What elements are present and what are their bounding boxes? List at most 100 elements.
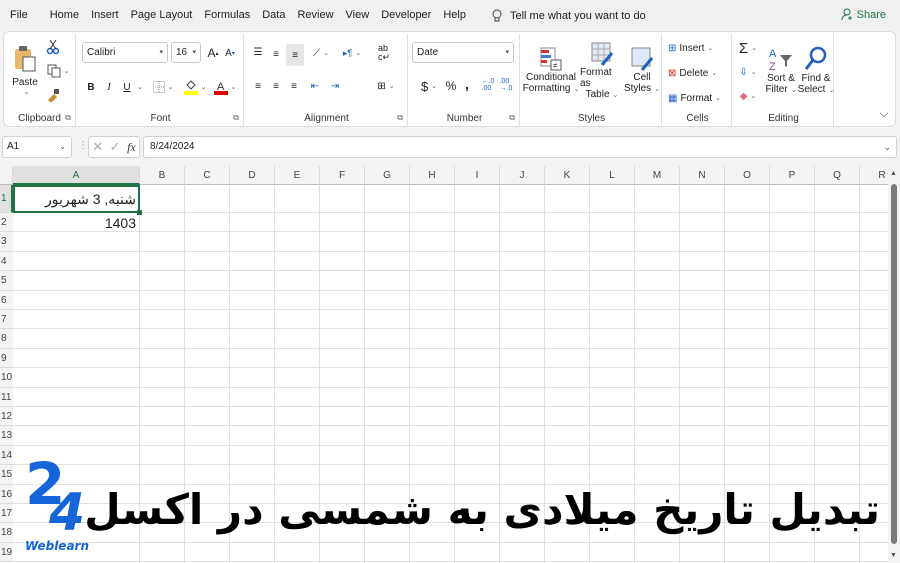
column-header-n[interactable]: N (680, 166, 725, 185)
align-middle-button[interactable]: ≡ (268, 46, 284, 62)
row-header-4[interactable]: 4 (0, 251, 13, 272)
italic-button[interactable]: I (102, 78, 116, 96)
column-header-a[interactable]: A (13, 166, 140, 185)
scroll-up-icon[interactable]: ▲ (890, 170, 897, 177)
align-bottom-button[interactable]: ≡ (286, 44, 304, 66)
font-name-select[interactable]: Calibri ▾ (82, 42, 168, 63)
column-header-p[interactable]: P (770, 166, 815, 185)
paste-button[interactable]: Paste ⌄ (10, 38, 40, 102)
underline-button[interactable]: U (120, 78, 134, 96)
merge-center-button[interactable]: ⊞ ⌄ (372, 76, 400, 96)
column-header-d[interactable]: D (230, 166, 275, 185)
comma-button[interactable]: , (462, 74, 472, 94)
column-header-r[interactable]: R (860, 166, 888, 185)
borders-button[interactable]: ⌄ (150, 78, 176, 96)
column-header-l[interactable]: L (590, 166, 635, 185)
wrap-text-button[interactable]: ab c↵ (374, 42, 394, 64)
row-header-6[interactable]: 6 (0, 290, 13, 310)
column-header-k[interactable]: K (545, 166, 590, 185)
row-header-9[interactable]: 9 (0, 348, 13, 369)
insert-function-button[interactable]: fx (127, 140, 136, 155)
increase-decimal-button[interactable]: ←.0.00 (480, 76, 496, 94)
dialog-launcher-icon[interactable]: ⧉ (65, 113, 71, 123)
increase-indent-button[interactable]: ⇥ (326, 78, 344, 94)
font-color-button[interactable]: A ⌄ (212, 76, 238, 98)
column-header-o[interactable]: O (725, 166, 770, 185)
cell-a1[interactable]: شنبه, 3 شهریور 1403 (13, 185, 140, 231)
dialog-launcher-icon[interactable]: ⧉ (509, 113, 515, 123)
row-header-13[interactable]: 13 (0, 426, 13, 446)
number-format-select[interactable]: Date ▾ (412, 42, 514, 63)
autosum-button[interactable]: Σ ⌄ (736, 40, 760, 57)
font-size-select[interactable]: 16 ▾ (171, 42, 201, 63)
delete-cells-button[interactable]: ⊠ Delete ⌄ (668, 65, 728, 81)
tell-me-search[interactable]: Tell me what you want to do (492, 9, 646, 23)
row-header-5[interactable]: 5 (0, 271, 13, 291)
format-as-table-button[interactable]: Format as Table ⌄ (580, 38, 624, 102)
name-box[interactable]: A1 ⌄ (2, 136, 72, 158)
align-left-button[interactable]: ≡ (250, 78, 266, 94)
cancel-icon[interactable]: ✕ (92, 139, 103, 155)
expand-formula-icon[interactable]: ⌄ (883, 137, 891, 157)
insert-cells-button[interactable]: ⊞ Insert ⌄ (668, 40, 728, 56)
collapse-ribbon-button[interactable]: ⌵ (877, 106, 891, 120)
fill-button[interactable]: ⇩ ⌄ (736, 64, 760, 80)
fill-handle[interactable] (137, 210, 142, 215)
row-header-8[interactable]: 8 (0, 329, 13, 349)
tab-insert[interactable]: Insert (85, 0, 125, 31)
cut-button[interactable] (44, 38, 62, 56)
sort-filter-button[interactable]: AZ Sort & Filter ⌄ (764, 38, 798, 102)
column-header-q[interactable]: Q (815, 166, 860, 185)
row-header-11[interactable]: 11 (0, 387, 13, 407)
decrease-decimal-button[interactable]: .00 →.0 (498, 76, 514, 94)
select-all-corner[interactable] (0, 166, 13, 185)
column-header-b[interactable]: B (140, 166, 185, 185)
tab-help[interactable]: Help (437, 0, 472, 31)
column-header-h[interactable]: H (410, 166, 455, 185)
row-header-19[interactable]: 19 (0, 542, 13, 563)
column-header-m[interactable]: M (635, 166, 680, 185)
tab-developer[interactable]: Developer (375, 0, 437, 31)
orientation-button[interactable]: ⟋ ⌄ (308, 44, 334, 62)
row-header-16[interactable]: 16 (0, 484, 13, 504)
row-header-3[interactable]: 3 (0, 232, 13, 252)
row-header-15[interactable]: 15 (0, 465, 13, 485)
row-header-17[interactable]: 17 (0, 504, 13, 524)
column-header-j[interactable]: J (500, 166, 545, 185)
tab-view[interactable]: View (340, 0, 376, 31)
rtl-button[interactable]: ▸¶ ⌄ (338, 44, 366, 62)
row-header-12[interactable]: 12 (0, 407, 13, 427)
format-painter-button[interactable] (44, 86, 62, 104)
decrease-indent-button[interactable]: ⇤ (306, 78, 324, 94)
tab-page-layout[interactable]: Page Layout (125, 0, 199, 31)
tab-review[interactable]: Review (291, 0, 339, 31)
clear-button[interactable]: ◆ ⌄ (736, 88, 760, 104)
dialog-launcher-icon[interactable]: ⧉ (397, 113, 403, 123)
find-select-button[interactable]: Find & Select ⌄ (798, 38, 834, 102)
bold-button[interactable]: B (84, 78, 98, 96)
column-header-e[interactable]: E (275, 166, 320, 185)
column-header-g[interactable]: G (365, 166, 410, 185)
column-header-c[interactable]: C (185, 166, 230, 185)
row-header-2[interactable]: 2 (0, 213, 13, 233)
enter-icon[interactable]: ✓ (110, 139, 121, 155)
chevron-down-icon[interactable]: ⌄ (137, 78, 143, 96)
format-cells-button[interactable]: ▦ Format ⌄ (668, 90, 728, 106)
tab-data[interactable]: Data (256, 0, 291, 31)
row-header-18[interactable]: 18 (0, 523, 13, 543)
scroll-thumb[interactable] (891, 184, 897, 544)
formula-input[interactable]: 8/24/2024 ⌄ (143, 136, 897, 158)
vertical-scrollbar[interactable]: ▲ ▼ (888, 166, 900, 563)
align-right-button[interactable]: ≡ (286, 78, 302, 94)
share-button[interactable]: Share (841, 8, 886, 21)
scroll-down-icon[interactable]: ▼ (890, 552, 897, 559)
tab-file[interactable]: File (0, 0, 34, 31)
row-header-1[interactable]: 1 (0, 185, 13, 213)
tab-formulas[interactable]: Formulas (198, 0, 256, 31)
conditional-formatting-button[interactable]: ≠ Conditional Formatting ⌄ (523, 38, 579, 102)
dialog-launcher-icon[interactable]: ⧉ (233, 113, 239, 123)
row-header-7[interactable]: 7 (0, 310, 13, 330)
column-header-i[interactable]: I (455, 166, 500, 185)
percent-button[interactable]: % (444, 76, 458, 96)
currency-button[interactable]: $ ⌄ (416, 76, 442, 96)
